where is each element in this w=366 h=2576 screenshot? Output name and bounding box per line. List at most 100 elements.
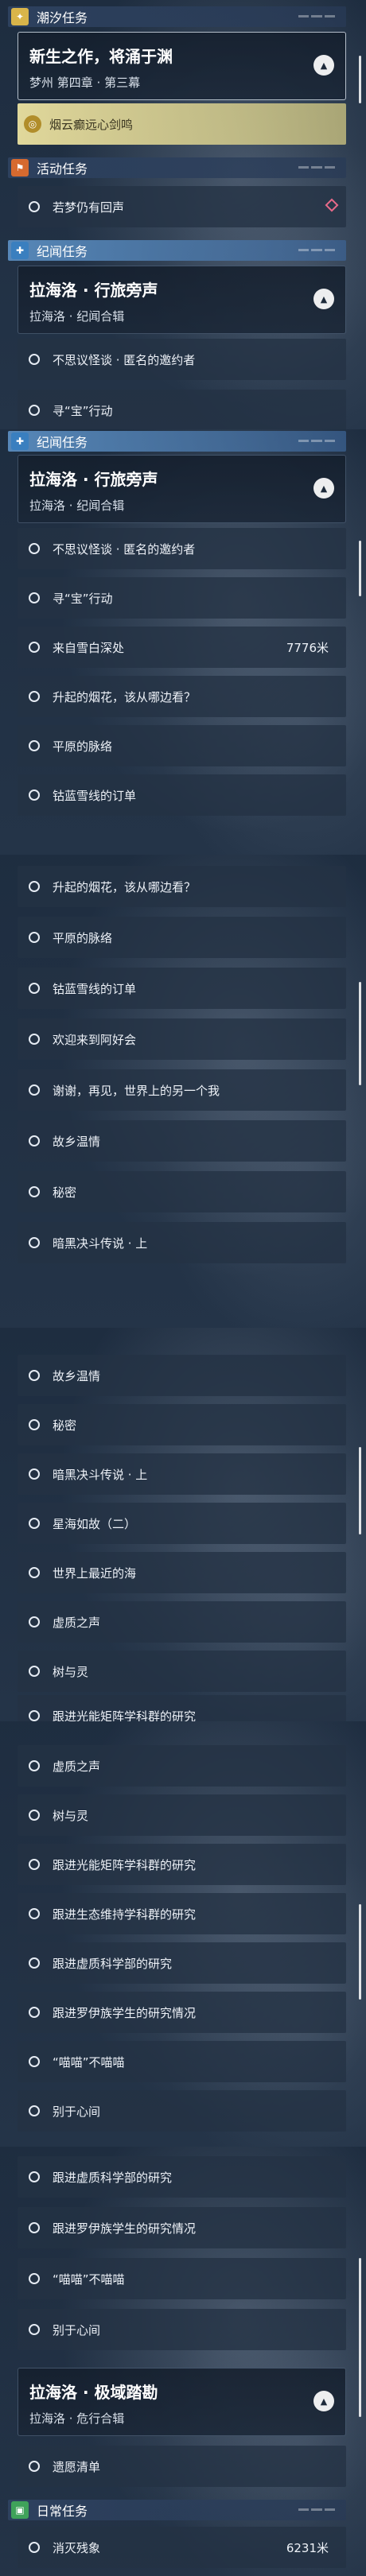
header-decoration xyxy=(298,2508,335,2512)
group-subtitle: 拉海洛 · 纪闻合辑 xyxy=(29,499,125,513)
daily-icon: ▣ xyxy=(11,2501,29,2519)
category-header-huodong[interactable]: ⚑ 活动任务 xyxy=(8,157,346,178)
quest-item[interactable]: 暗黑决斗传说 · 上 xyxy=(18,1222,346,1263)
scrollbar[interactable] xyxy=(359,56,361,103)
quest-item[interactable]: 别于心间 xyxy=(18,2090,346,2132)
scrollbar[interactable] xyxy=(359,1447,361,1534)
quest-item[interactable]: 秘密 xyxy=(18,1404,346,1445)
quest-label: 跟进虚质科学部的研究 xyxy=(53,2170,173,2185)
quest-item[interactable]: 平原的脉络 xyxy=(18,725,346,766)
scrollbar[interactable] xyxy=(359,982,361,1085)
quest-item[interactable]: 树与灵 xyxy=(18,1651,346,1692)
category-header-richang[interactable]: ▣ 日常任务 xyxy=(8,2500,346,2520)
quest-item[interactable]: 世界上最近的海 xyxy=(18,1552,346,1593)
quest-item[interactable]: 暗黑决斗传说 · 上 xyxy=(18,1453,346,1495)
quest-label: 遗愿清单 xyxy=(53,2459,101,2474)
quest-item[interactable]: 不思议怪谈 · 匿名的邀约者 xyxy=(18,339,346,380)
quest-item[interactable]: 跟进光能矩阵学科群的研究 xyxy=(18,1695,346,1721)
quest-item[interactable]: 平原的脉络 xyxy=(18,917,346,958)
quest-item[interactable]: 跟进生态维持学科群的研究 xyxy=(18,1893,346,1934)
group-title: 拉海洛 · 极域踏勘 xyxy=(29,2383,158,2402)
quest-status-icon xyxy=(29,592,40,603)
quest-group-lxingluo[interactable]: 拉海洛 · 行旅旁声 拉海洛 · 纪闻合辑 ▲ xyxy=(18,266,346,334)
quest-status-icon xyxy=(29,740,40,751)
scrollbar[interactable] xyxy=(359,541,361,596)
quest-item[interactable]: 钴蓝雪线的订单 xyxy=(18,774,346,816)
quest-item[interactable]: 跟进罗伊族学生的研究情况 xyxy=(18,1992,346,2033)
quest-item[interactable]: 消灭残象 6231米 xyxy=(18,2527,346,2568)
quest-label: “喵喵”不喵喵 xyxy=(53,2271,125,2287)
quest-item[interactable]: 谢谢，再见，世界上的另一个我 xyxy=(18,1069,346,1111)
quest-item[interactable]: 星海如故（二） xyxy=(18,1503,346,1544)
quest-label: 跟进罗伊族学生的研究情况 xyxy=(53,2221,197,2236)
quest-item[interactable]: 跟进虚质科学部的研究 xyxy=(18,2156,346,2198)
quest-item[interactable]: 跟进虚质科学部的研究 xyxy=(18,1942,346,1984)
quest-item[interactable]: 虚质之声 xyxy=(18,1745,346,1787)
category-header-jiwen[interactable]: ✚ 纪闻任务 xyxy=(8,240,346,261)
collapse-icon[interactable]: ▲ xyxy=(313,55,334,76)
quest-label: 钴蓝雪线的订单 xyxy=(53,788,137,803)
quest-item[interactable]: 钴蓝雪线的订单 xyxy=(18,968,346,1009)
quest-item[interactable]: 秘密 xyxy=(18,1171,346,1212)
group-subtitle: 拉海洛 · 危行合辑 xyxy=(29,2411,125,2426)
collapse-icon[interactable]: ▲ xyxy=(313,478,334,499)
quest-status-icon xyxy=(29,1616,40,1627)
quest-item[interactable]: 跟进罗伊族学生的研究情况 xyxy=(18,2207,346,2248)
quest-status-icon xyxy=(29,1034,40,1045)
quest-status-icon xyxy=(29,691,40,702)
quest-distance: 7776米 xyxy=(286,640,329,655)
quest-status-icon xyxy=(29,1186,40,1197)
quest-label: 钴蓝雪线的订单 xyxy=(53,981,137,996)
quest-status-icon xyxy=(29,2324,40,2335)
scrollbar[interactable] xyxy=(359,1904,361,2000)
quest-panel-4: 故乡温情 秘密 暗黑决斗传说 · 上 星海如故（二） 世界上最近的海 虚质之声 … xyxy=(0,1328,366,1721)
category-header-chaoxi[interactable]: ✦ 潮汐任务 xyxy=(8,6,346,27)
quest-item[interactable]: 虚质之声 xyxy=(18,1601,346,1643)
quest-item[interactable]: 欢迎来到阿好会 xyxy=(18,1018,346,1060)
quest-item[interactable]: 寻“宝”行动 xyxy=(18,390,346,429)
quest-status-icon xyxy=(29,1859,40,1870)
quest-group-lxingluo[interactable]: 拉海洛 · 行旅旁声 拉海洛 · 纪闻合辑 ▲ xyxy=(18,455,346,523)
quest-panel-5: 虚质之声 树与灵 跟进光能矩阵学科群的研究 跟进生态维持学科群的研究 跟进虚质科… xyxy=(0,1721,366,2147)
scrollbar[interactable] xyxy=(359,2258,361,2417)
quest-item[interactable]: 不思议怪谈 · 匿名的邀约者 xyxy=(18,528,346,569)
quest-item[interactable]: 寻“宝”行动 xyxy=(18,577,346,619)
collapse-icon[interactable]: ▲ xyxy=(313,2391,334,2411)
quest-item[interactable]: “喵喵”不喵喵 xyxy=(18,2258,346,2299)
quest-label: 平原的脉络 xyxy=(53,739,113,754)
quest-label: 别于心间 xyxy=(53,2104,101,2119)
quest-item[interactable]: 故乡温情 xyxy=(18,1120,346,1162)
quest-item[interactable]: 树与灵 xyxy=(18,1794,346,1836)
category-header-jiwen[interactable]: ✚ 纪闻任务 xyxy=(8,431,346,452)
quest-panel-2: ✚ 纪闻任务 拉海洛 · 行旅旁声 拉海洛 · 纪闻合辑 ▲ 不思议怪谈 · 匿… xyxy=(0,429,366,855)
quest-item[interactable]: 故乡温情 xyxy=(18,1355,346,1396)
quest-item[interactable]: “喵喵”不喵喵 xyxy=(18,2041,346,2082)
quest-status-icon xyxy=(29,543,40,554)
quest-status-icon xyxy=(29,1084,40,1096)
quest-label: 秘密 xyxy=(53,1418,77,1433)
quest-group-xinsheng[interactable]: 新生之作，将涌于渊 梦州 第四章 · 第三幕 ▲ xyxy=(18,32,346,100)
quest-item[interactable]: 升起的烟花，该从哪边看？ xyxy=(18,676,346,717)
plus-icon: ✚ xyxy=(11,242,29,259)
header-decoration xyxy=(298,15,335,18)
quest-status-icon xyxy=(29,789,40,801)
quest-item[interactable]: 来自雪白深处 7776米 xyxy=(18,627,346,668)
quest-label: 烟云癫远心剑鸣 xyxy=(49,117,134,132)
quest-status-icon xyxy=(29,2542,40,2553)
quest-item[interactable]: 遗愿清单 xyxy=(18,2446,346,2487)
tracked-quest[interactable]: ◎ 烟云癫远心剑鸣 xyxy=(18,103,346,145)
quest-item[interactable]: 跟进光能矩阵学科群的研究 xyxy=(18,1844,346,1885)
collapse-icon[interactable]: ▲ xyxy=(313,289,334,309)
quest-status-icon xyxy=(29,405,40,416)
quest-status-icon xyxy=(29,2056,40,2067)
quest-status-icon xyxy=(29,2105,40,2116)
quest-group-jiyu[interactable]: 拉海洛 · 极域踏勘 拉海洛 · 危行合辑 ▲ xyxy=(18,2368,346,2436)
activity-icon: ⚑ xyxy=(11,159,29,177)
quest-item[interactable]: 别于心间 xyxy=(18,2309,346,2350)
quest-item[interactable]: 若梦仍有回声 xyxy=(18,186,346,227)
quest-label: 暗黑决斗传说 · 上 xyxy=(53,1467,148,1482)
quest-status-icon xyxy=(29,1710,40,1721)
category-title: 纪闻任务 xyxy=(37,435,88,450)
group-subtitle: 拉海洛 · 纪闻合辑 xyxy=(29,309,125,324)
quest-item[interactable]: 升起的烟花，该从哪边看？ xyxy=(18,866,346,907)
